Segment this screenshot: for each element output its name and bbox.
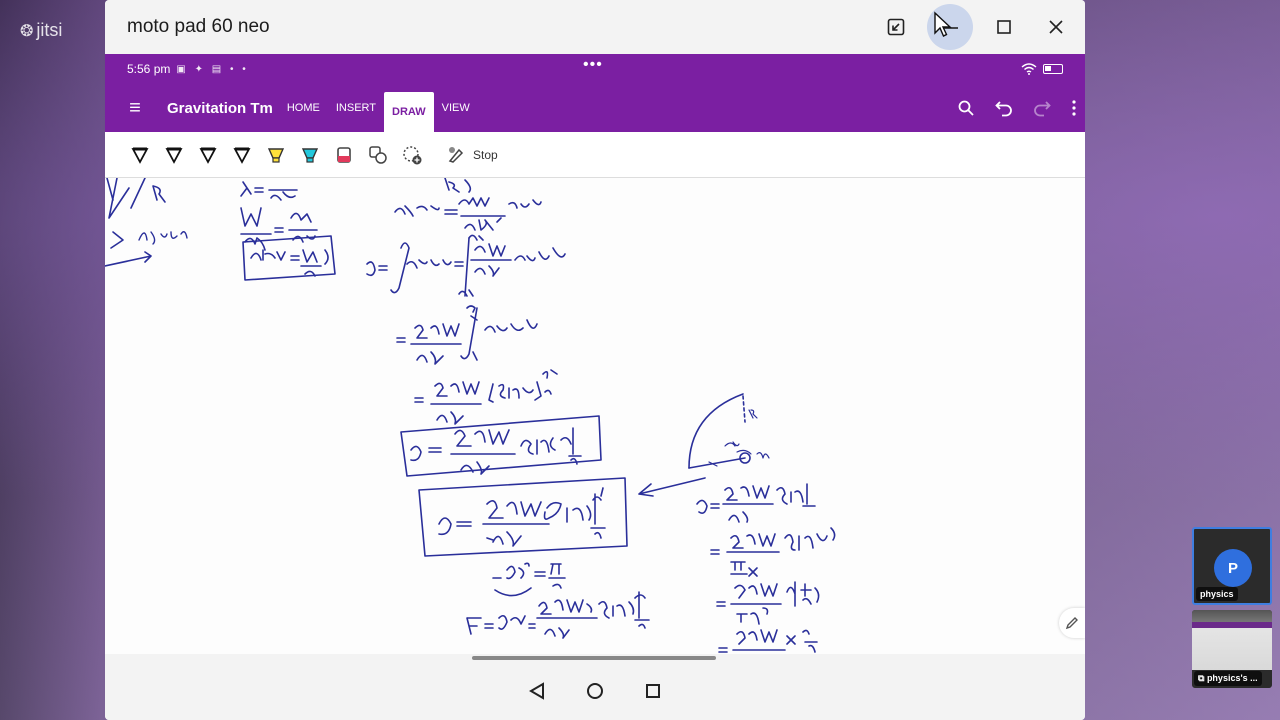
tablet-status-bar: 5:56 pm ▣ ✦ ▤ • • •••	[105, 54, 1085, 84]
notebook-title[interactable]: Gravitation Tm	[167, 100, 273, 117]
eraser-tool[interactable]	[327, 138, 361, 172]
tab-home[interactable]: HOME	[279, 84, 328, 132]
stop-pen-icon	[448, 146, 464, 163]
shared-screen-window: moto pad 60 neo 5:56 pm ▣ ✦ ▤ • • ••• ≡ …	[105, 0, 1085, 720]
picture-in-picture-button[interactable]	[870, 0, 922, 54]
window-titlebar: moto pad 60 neo	[105, 0, 1085, 54]
mouse-cursor-icon	[934, 11, 952, 37]
back-triangle-icon	[529, 682, 544, 700]
pen-black-1[interactable]	[123, 138, 157, 172]
highlighter-icon	[301, 147, 319, 163]
battery-icon	[1043, 64, 1063, 74]
pen-black-4[interactable]	[225, 138, 259, 172]
shapes-tool[interactable]	[361, 138, 395, 172]
jitsi-wordmark: jitsi	[36, 20, 63, 40]
close-button[interactable]	[1030, 0, 1082, 54]
screen-share-name: physics's ...	[1206, 673, 1258, 683]
handwritten-derivation	[105, 178, 836, 653]
eraser-icon	[337, 146, 351, 163]
nav-home-button[interactable]	[585, 681, 605, 701]
recents-square-icon	[646, 684, 660, 698]
overflow-dots-icon: •••	[583, 56, 603, 73]
android-nav-bar	[105, 662, 1085, 720]
stop-drawing-button[interactable]: Stop	[447, 146, 498, 164]
participant-name: ⧉ physics's ...	[1194, 671, 1262, 686]
pen-black-2[interactable]	[157, 138, 191, 172]
window-title: moto pad 60 neo	[127, 16, 270, 37]
avatar: P	[1214, 549, 1252, 587]
shapes-icon	[369, 145, 387, 164]
scroll-indicator	[472, 656, 716, 660]
pen-icon	[165, 147, 183, 164]
draw-toolbar: Stop	[105, 132, 1085, 178]
status-right-icons	[1021, 63, 1063, 75]
screen-share-icon: ⧉	[1198, 673, 1207, 683]
highlighter-yellow[interactable]	[259, 138, 293, 172]
participant-tile-physics[interactable]: P physics	[1192, 527, 1272, 605]
maximize-icon	[997, 20, 1011, 34]
highlighter-icon	[267, 147, 285, 163]
note-canvas[interactable]	[105, 178, 1085, 654]
tab-insert[interactable]: INSERT	[328, 84, 384, 132]
close-icon	[1049, 20, 1063, 34]
add-pen-icon	[403, 145, 422, 164]
jitsi-logo: ❂ jitsi	[20, 20, 62, 41]
tab-draw[interactable]: DRAW	[384, 92, 434, 132]
screen-share-thumbnail	[1192, 610, 1272, 670]
search-icon[interactable]	[957, 99, 975, 117]
more-options-icon[interactable]	[1071, 99, 1077, 117]
participant-tile-screen-share[interactable]: ⧉ physics's ...	[1192, 610, 1272, 688]
pen-icon	[131, 147, 149, 164]
pencil-icon	[1065, 617, 1078, 630]
app-bar-actions	[957, 84, 1077, 132]
pen-black-3[interactable]	[191, 138, 225, 172]
highlighter-cyan[interactable]	[293, 138, 327, 172]
add-pen-tool[interactable]	[395, 138, 429, 172]
onenote-app-bar: ≡ Gravitation Tm HOME INSERT DRAW VIEW	[105, 84, 1085, 132]
pip-icon	[887, 18, 905, 36]
home-circle-icon	[587, 683, 603, 699]
jitsi-icon: ❂	[20, 22, 34, 40]
wifi-icon	[1021, 63, 1037, 75]
tab-view[interactable]: VIEW	[434, 84, 478, 132]
maximize-button[interactable]	[978, 0, 1030, 54]
pen-floating-button[interactable]	[1059, 608, 1085, 638]
status-time: 5:56 pm	[127, 62, 171, 76]
undo-icon[interactable]	[995, 99, 1013, 117]
redo-icon[interactable]	[1033, 99, 1051, 117]
menu-icon[interactable]: ≡	[113, 97, 157, 120]
pen-icon	[233, 147, 251, 164]
nav-recents-button[interactable]	[643, 681, 663, 701]
participant-name: physics	[1196, 587, 1238, 601]
notification-icons: ▣ ✦ ▤ • •	[176, 63, 249, 75]
nav-back-button[interactable]	[527, 681, 547, 701]
pen-icon	[199, 147, 217, 164]
stop-label: Stop	[473, 147, 498, 162]
